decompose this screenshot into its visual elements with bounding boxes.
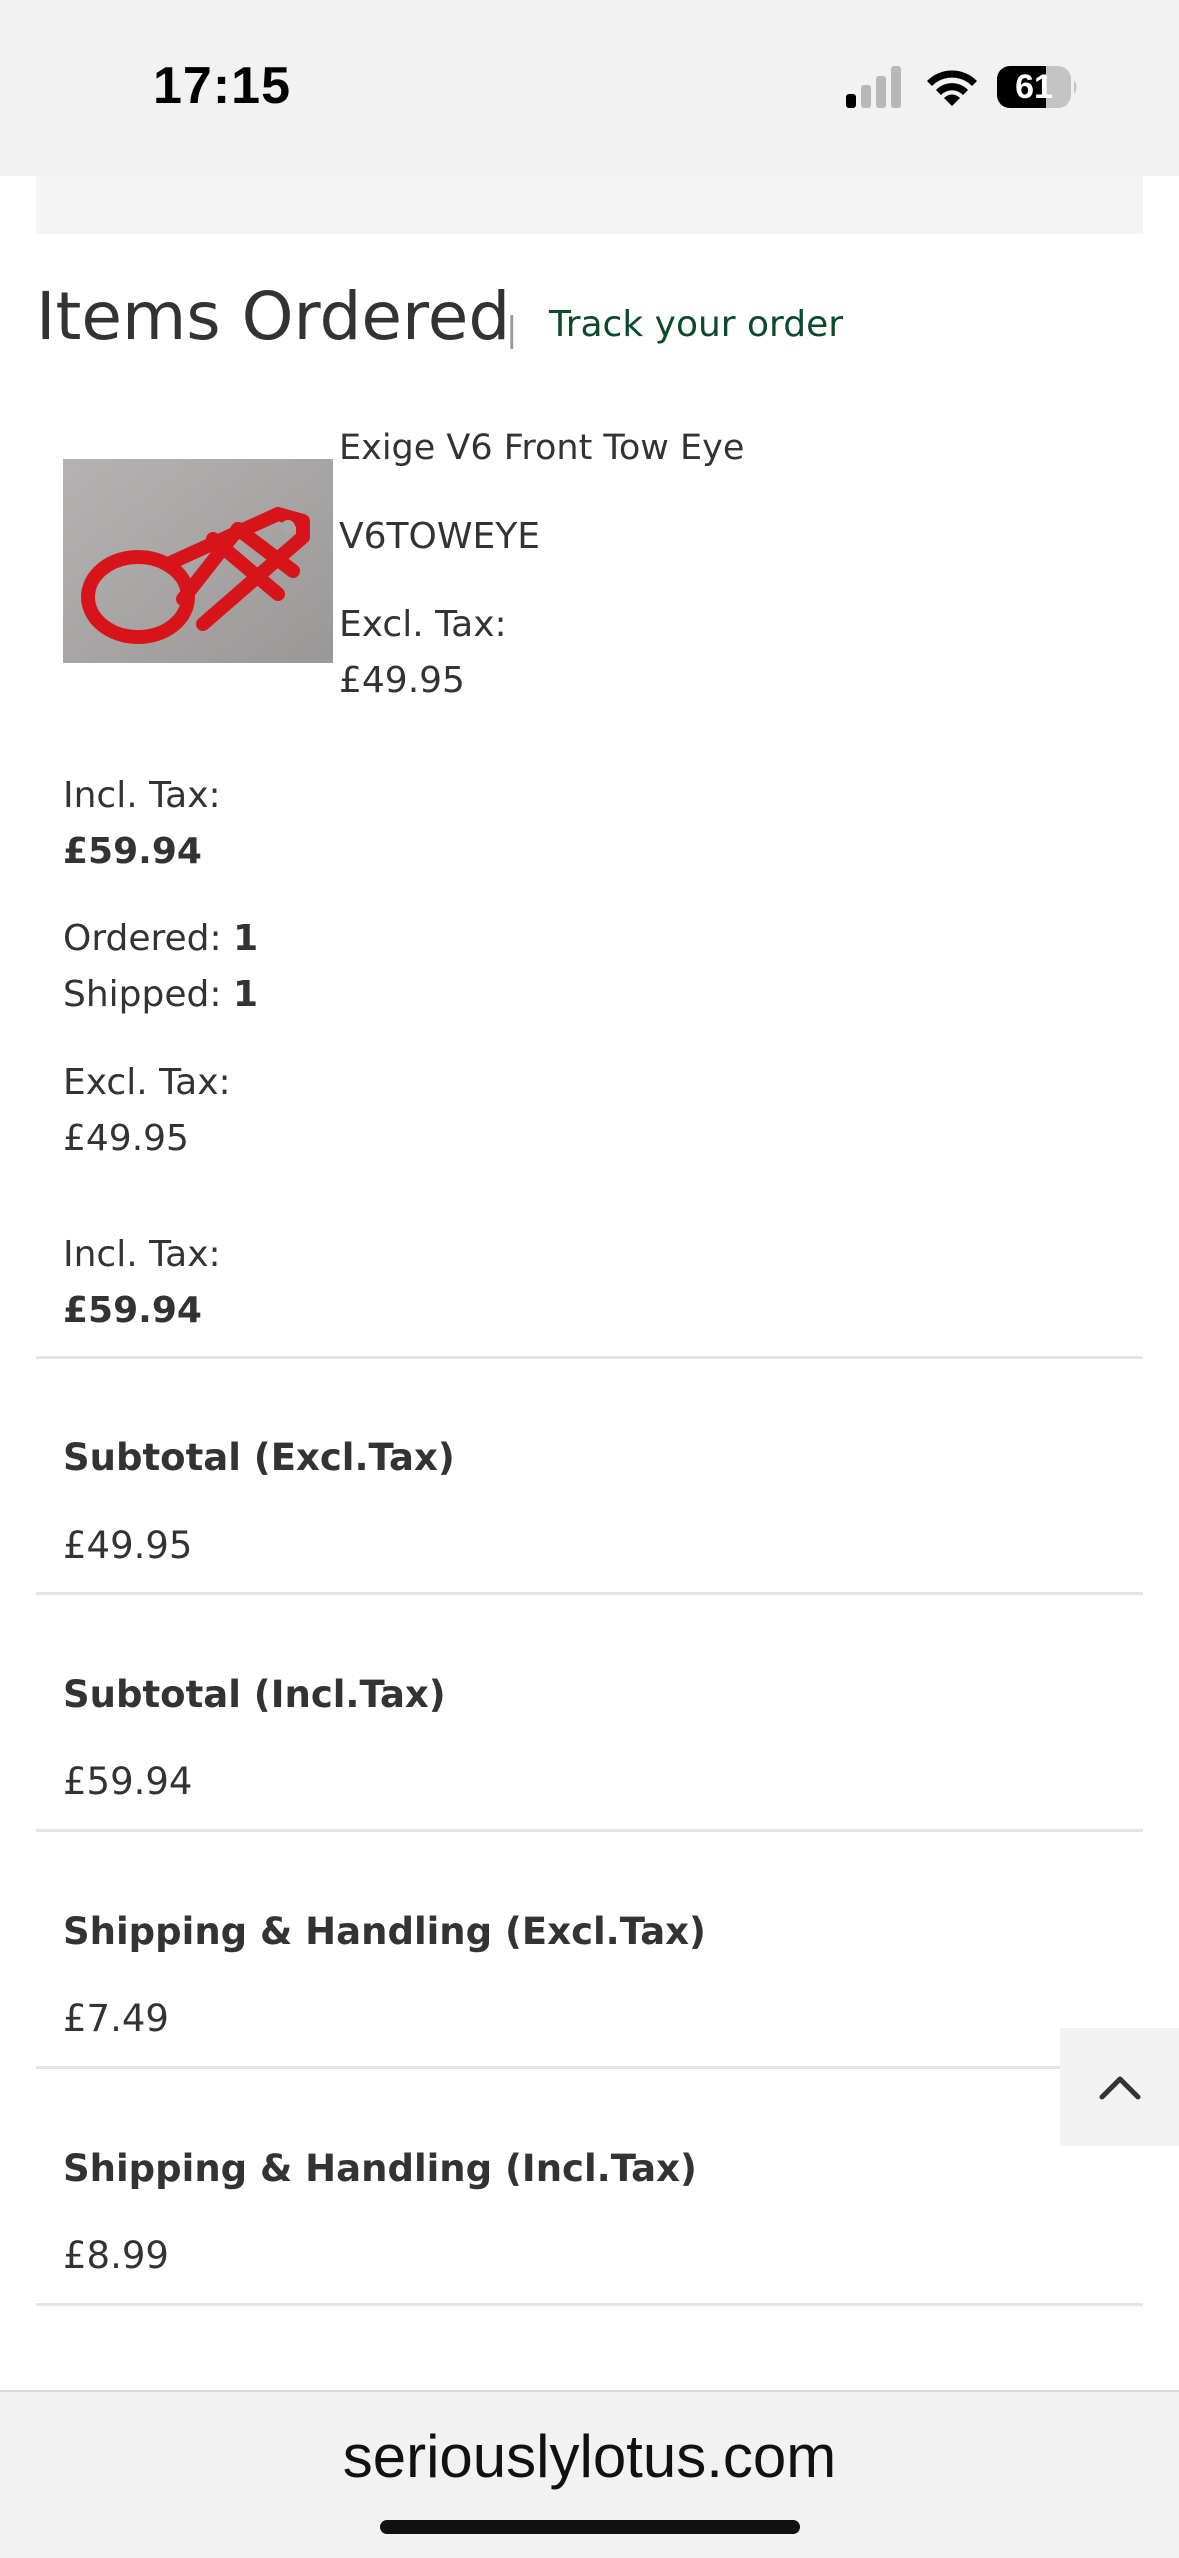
status-bar: 17:15 61 — [0, 0, 1179, 176]
chevron-up-icon — [1099, 2076, 1140, 2100]
shipped-qty: 1 — [232, 974, 259, 1015]
ordered-label: Ordered: — [63, 918, 222, 959]
row-total-incl-value: £59.94 — [63, 1290, 202, 1331]
track-order-link[interactable]: Track your order — [549, 304, 843, 345]
divider — [36, 1829, 1143, 1832]
price-incl-value: £59.94 — [63, 831, 202, 872]
page-title: Items Ordered — [36, 278, 511, 355]
shipped-qty-row: Shipped: 1 — [63, 967, 258, 1023]
product-sku: V6TOWEYE — [339, 516, 540, 557]
product-name[interactable]: Exige V6 Front Tow Eye — [339, 428, 744, 468]
ordered-qty: 1 — [233, 918, 259, 959]
status-time: 17:15 — [153, 57, 291, 115]
subtotal-incl-label: Subtotal (Incl.Tax) — [63, 1673, 446, 1716]
shipping-incl-label: Shipping & Handling (Incl.Tax) — [63, 2147, 697, 2190]
red-tow-eye-image — [63, 459, 333, 663]
divider — [36, 1592, 1143, 1595]
divider — [36, 1356, 1143, 1359]
wifi-icon — [927, 70, 977, 106]
subtotal-excl-label: Subtotal (Excl.Tax) — [63, 1436, 455, 1479]
shipping-incl-value: £8.99 — [63, 2234, 169, 2277]
shipped-label: Shipped: — [63, 974, 222, 1015]
battery-level: 61 — [1015, 68, 1053, 106]
row-total-excl-value: £49.95 — [63, 1118, 189, 1159]
price-excl-label: Excl. Tax: — [339, 604, 507, 645]
previous-section-strip — [36, 176, 1143, 234]
price-incl-label: Incl. Tax: — [63, 775, 221, 816]
product-image[interactable] — [63, 459, 333, 663]
row-total-excl-label: Excl. Tax: — [63, 1062, 231, 1103]
shipping-excl-label: Shipping & Handling (Excl.Tax) — [63, 1910, 706, 1953]
ordered-qty-row: Ordered: 1 — [63, 911, 258, 967]
heading-separator: | — [506, 310, 518, 350]
divider — [36, 2066, 1060, 2069]
home-indicator[interactable] — [380, 2520, 800, 2534]
divider — [36, 2303, 1143, 2306]
subtotal-incl-value: £59.94 — [63, 1760, 193, 1803]
shipping-excl-value: £7.49 — [63, 1997, 169, 2040]
row-total-incl-label: Incl. Tax: — [63, 1234, 221, 1275]
scroll-to-top-button[interactable] — [1060, 2028, 1179, 2146]
cellular-signal-icon — [846, 66, 901, 108]
browser-domain[interactable]: seriouslylotus.com — [0, 2422, 1179, 2491]
price-excl-value: £49.95 — [339, 660, 465, 701]
subtotal-excl-value: £49.95 — [63, 1524, 193, 1567]
